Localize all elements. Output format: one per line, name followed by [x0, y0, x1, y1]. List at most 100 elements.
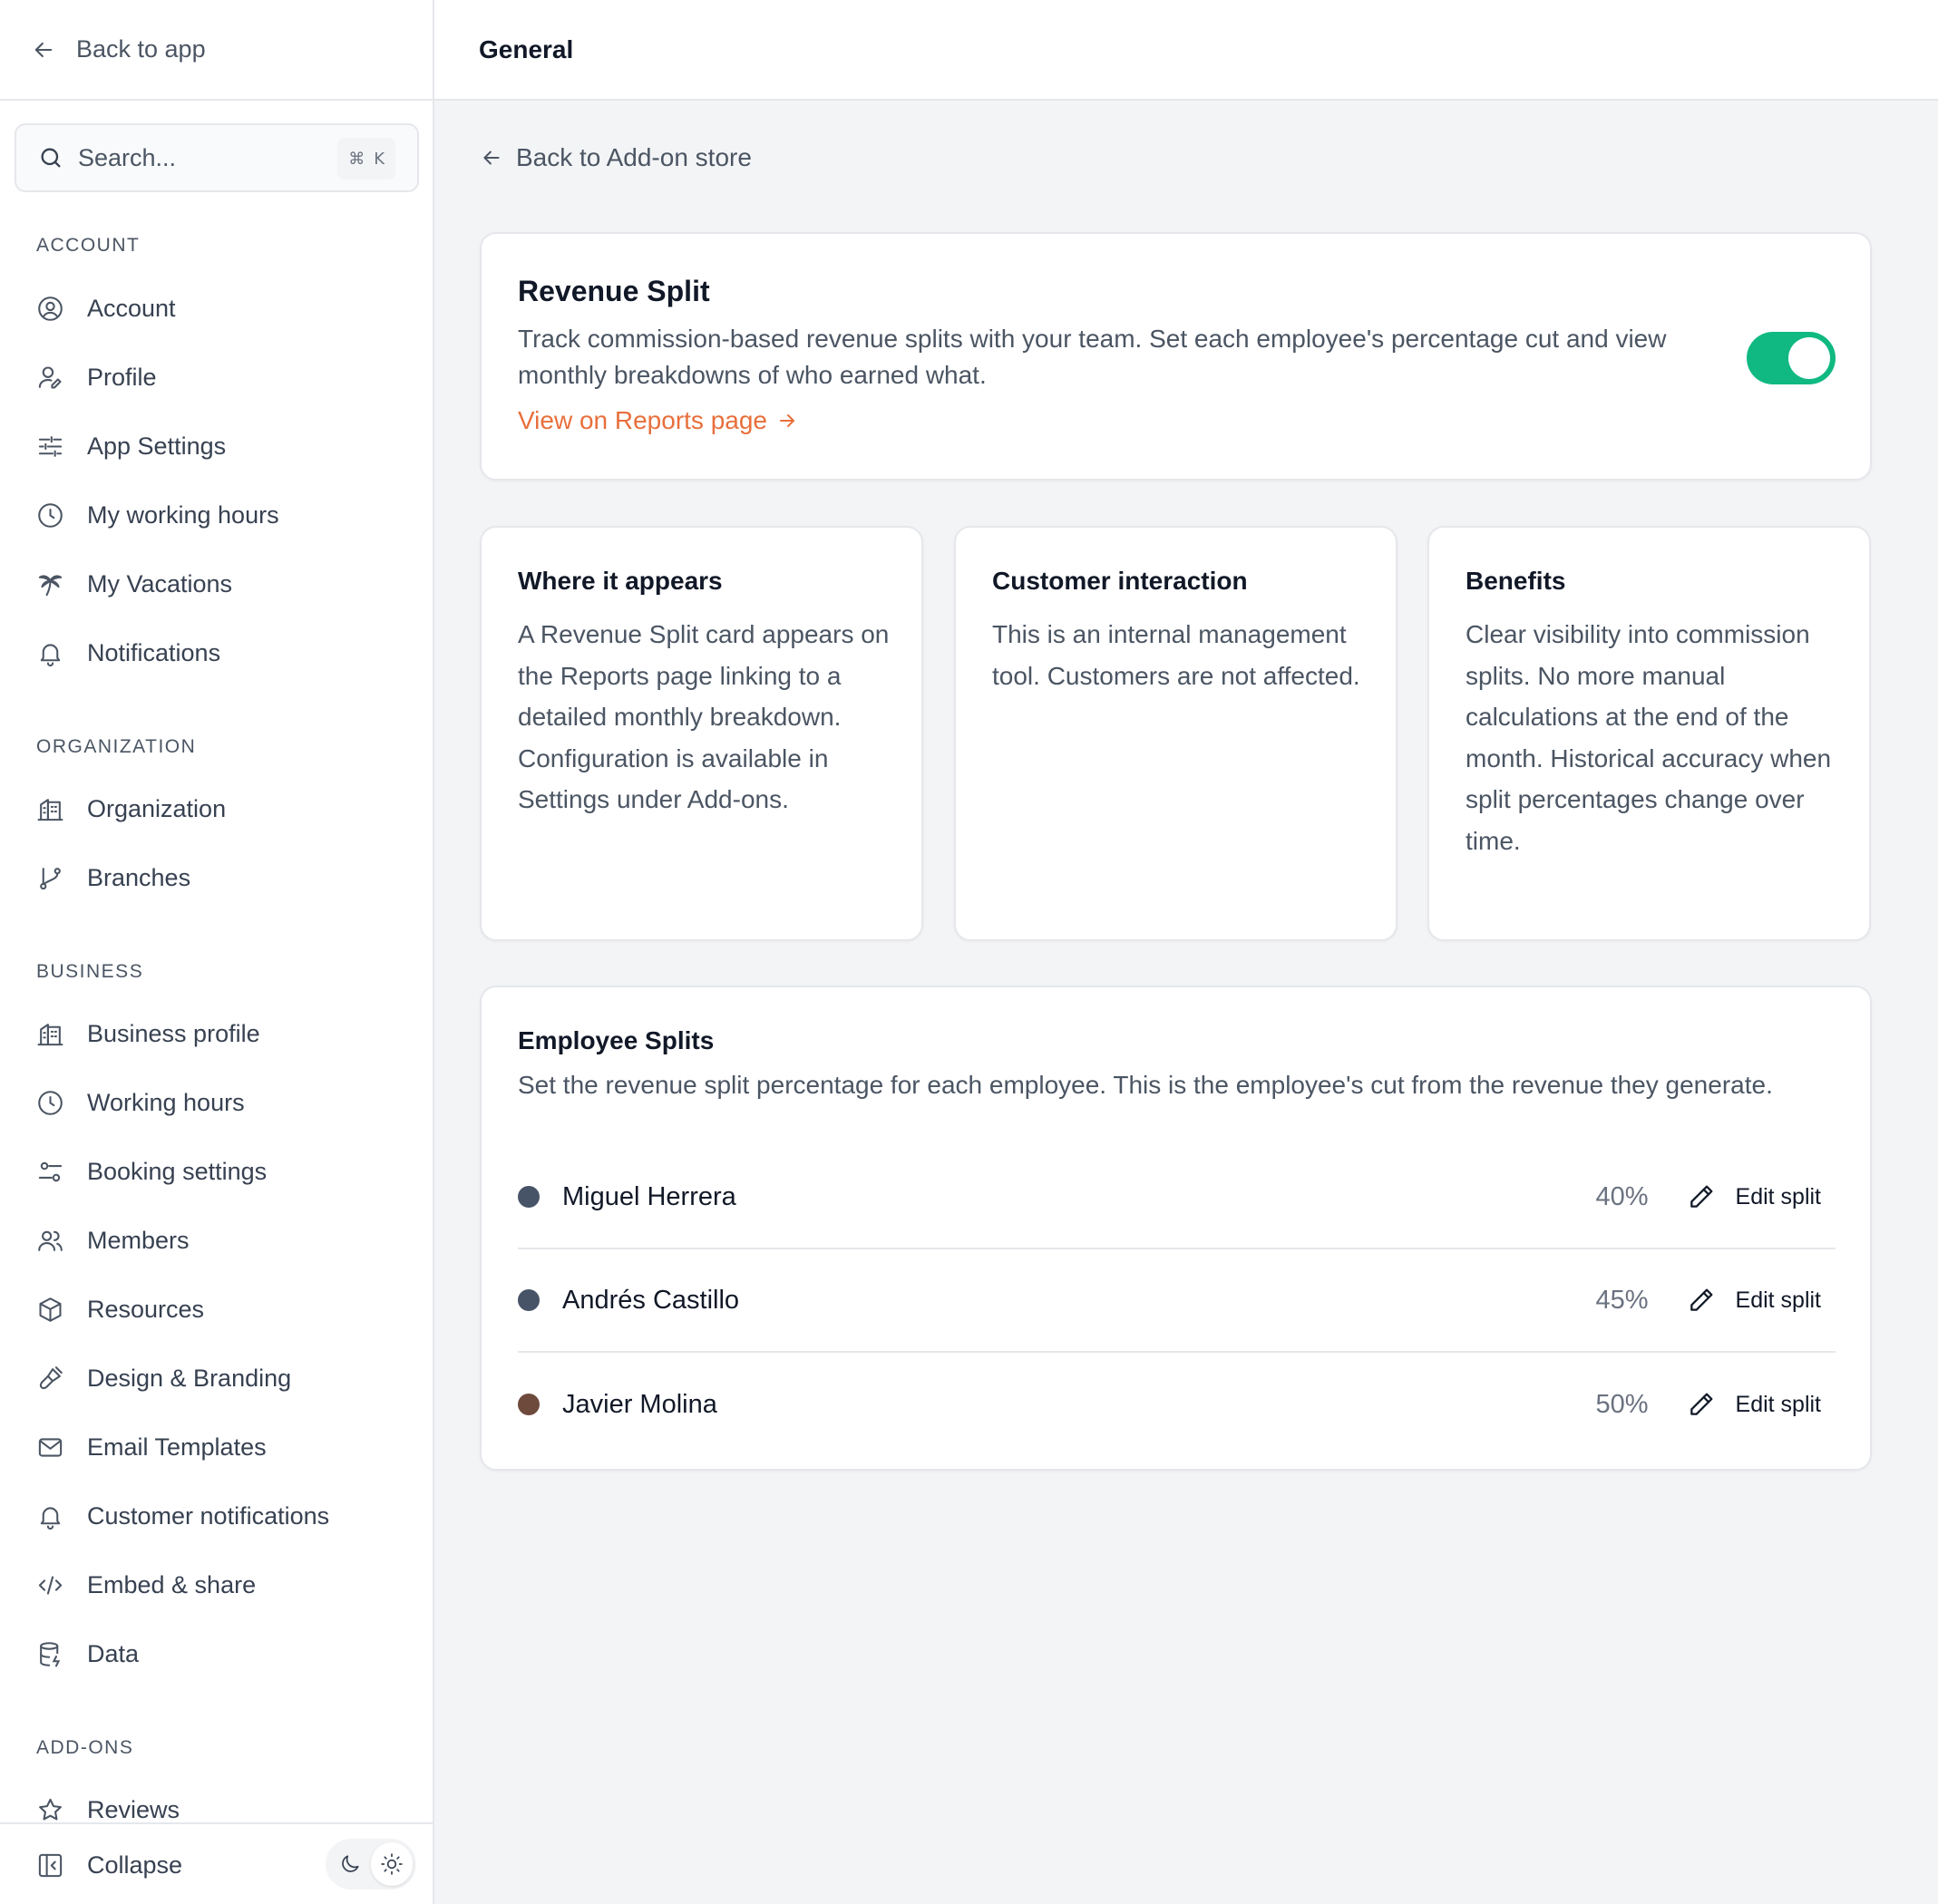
sidebar-item-data[interactable]: Data [36, 1627, 417, 1681]
database-icon [40, 1641, 61, 1666]
sidebar-item-business-profile[interactable]: Business profile [36, 1006, 417, 1061]
employee-row: Miguel Herrera 40% Edit split [518, 1146, 1836, 1249]
edit-split-label: Edit split [1735, 1287, 1821, 1313]
sidebar-item-label: Members [87, 1226, 190, 1254]
back-to-addon-store-label: Back to Add-on store [516, 143, 752, 171]
search-icon [41, 148, 61, 168]
sidebar-item-label: My Vacations [87, 569, 233, 597]
arrow-right-icon [780, 414, 794, 427]
toggle-settings-icon [38, 1161, 63, 1181]
building-icon [37, 798, 63, 821]
sidebar-item-label: Booking settings [87, 1157, 268, 1185]
addon-overview-card: Revenue Split Track commission-based rev… [480, 232, 1872, 481]
sidebar-item-label: Working hours [87, 1088, 245, 1116]
sidebar-item-label: Reviews [87, 1795, 180, 1823]
collapse-button[interactable]: Collapse [36, 1838, 182, 1892]
info-card-body: This is an internal management tool. Cus… [992, 620, 1360, 690]
view-reports-link[interactable]: View on Reports page [518, 406, 798, 435]
info-card-title: Benefits [1466, 567, 1566, 595]
addon-enabled-toggle[interactable] [1747, 332, 1836, 384]
search-box[interactable]: ⌘ K [15, 123, 419, 192]
sidebar-item-members[interactable]: Members [36, 1213, 417, 1268]
sidebar-item-label: Data [87, 1639, 140, 1667]
addon-title: Revenue Split [518, 275, 710, 307]
theme-switcher [326, 1839, 416, 1889]
light-theme-button[interactable] [371, 1842, 413, 1886]
sidebar-item-label: Organization [87, 794, 227, 822]
employee-splits-title: Employee Splits [518, 1026, 715, 1054]
employee-name: Andrés Castillo [562, 1285, 740, 1315]
sidebar-item-label: Embed & share [87, 1570, 257, 1598]
info-card-title: Customer interaction [992, 567, 1248, 595]
sidebar-item-booking-settings[interactable]: Booking settings [36, 1144, 417, 1199]
sliders-icon [38, 435, 63, 457]
pencil-icon [1690, 1393, 1712, 1415]
sidebar-item-label: Resources [87, 1295, 205, 1323]
arrow-left-icon [34, 42, 53, 57]
pencil-icon [1690, 1185, 1712, 1208]
sidebar-item-label: Profile [87, 363, 157, 391]
edit-split-button[interactable]: Edit split [1687, 1390, 1821, 1419]
employee-split-percent: 40% [1595, 1181, 1649, 1211]
sidebar-item-my-vacations[interactable]: My Vacations [36, 557, 417, 611]
arrow-left-icon [483, 151, 500, 165]
employee-color-dot [518, 1186, 540, 1208]
sidebar-item-profile[interactable]: Profile [36, 350, 417, 404]
dark-theme-button[interactable] [329, 1842, 371, 1886]
employee-name: Javier Molina [562, 1389, 717, 1419]
info-card-where-it-appears: Where it appears A Revenue Split card ap… [480, 526, 923, 941]
sidebar-item-notifications[interactable]: Notifications [36, 626, 417, 680]
mail-icon [38, 1437, 63, 1457]
sidebar-item-label: Business profile [87, 1019, 260, 1047]
sidebar-item-my-working-hours[interactable]: My working hours [36, 488, 417, 542]
sidebar-item-resources[interactable]: Resources [36, 1282, 417, 1336]
search-shortcut-badge: ⌘ K [337, 138, 395, 180]
employee-row: Javier Molina 50% Edit split [518, 1353, 1836, 1456]
bell-icon [40, 1507, 61, 1530]
back-to-app-link[interactable]: Back to app [0, 0, 433, 101]
sidebar-item-reviews[interactable]: Reviews [36, 1783, 417, 1822]
pencil-icon [1690, 1288, 1712, 1311]
addon-description: Track commission-based revenue splits wi… [518, 325, 1667, 389]
sidebar-item-working-hours[interactable]: Working hours [36, 1075, 417, 1130]
edit-split-button[interactable]: Edit split [1687, 1182, 1821, 1211]
edit-split-button[interactable]: Edit split [1687, 1286, 1821, 1315]
sidebar: Back to app ⌘ K ACCOUNT Account Profile … [0, 0, 434, 1904]
star-icon [39, 1798, 62, 1820]
sidebar-item-label: Design & Branding [87, 1364, 292, 1392]
sidebar-item-branches[interactable]: Branches [36, 850, 417, 905]
page-title: General [434, 0, 1938, 101]
sidebar-item-organization[interactable]: Organization [36, 782, 417, 836]
employee-splits-card: Employee Splits Set the revenue split pe… [480, 986, 1872, 1471]
sidebar-item-customer-notifications[interactable]: Customer notifications [36, 1489, 417, 1543]
bell-icon [40, 644, 61, 666]
sidebar-item-embed-share[interactable]: Embed & share [36, 1558, 417, 1612]
info-card-title: Where it appears [518, 567, 723, 595]
employee-name: Miguel Herrera [562, 1181, 736, 1211]
sidebar-item-account[interactable]: Account [36, 281, 417, 335]
panel-left-icon [38, 1853, 63, 1877]
view-reports-label: View on Reports page [518, 406, 767, 434]
sidebar-item-label: Branches [87, 863, 191, 891]
sidebar-item-app-settings[interactable]: App Settings [36, 419, 417, 473]
info-card-benefits: Benefits Clear visibility into commissio… [1427, 526, 1871, 941]
clock-icon [38, 1090, 63, 1115]
info-card-body: Clear visibility into commission splits.… [1466, 620, 1832, 855]
moon-icon [342, 1855, 359, 1872]
employee-split-percent: 45% [1595, 1285, 1649, 1315]
sidebar-item-design-branding[interactable]: Design & Branding [36, 1351, 417, 1405]
sidebar-nav: ACCOUNT Account Profile App Settings My … [0, 209, 433, 1822]
back-to-addon-store-link[interactable]: Back to Add-on store [480, 143, 752, 172]
sidebar-item-email-templates[interactable]: Email Templates [36, 1420, 417, 1474]
sidebar-item-label: Account [87, 294, 176, 322]
section-account: ACCOUNT [36, 235, 141, 256]
search-input[interactable] [78, 143, 332, 172]
collapse-label: Collapse [87, 1851, 183, 1879]
sidebar-footer: Collapse [0, 1822, 433, 1904]
edit-split-label: Edit split [1735, 1183, 1821, 1209]
k-key-glyph: K [374, 149, 385, 169]
section-addons: ADD-ONS [36, 1737, 134, 1758]
employee-color-dot [518, 1394, 540, 1415]
paintbrush-icon [39, 1365, 63, 1389]
sidebar-item-label: My working hours [87, 500, 279, 529]
